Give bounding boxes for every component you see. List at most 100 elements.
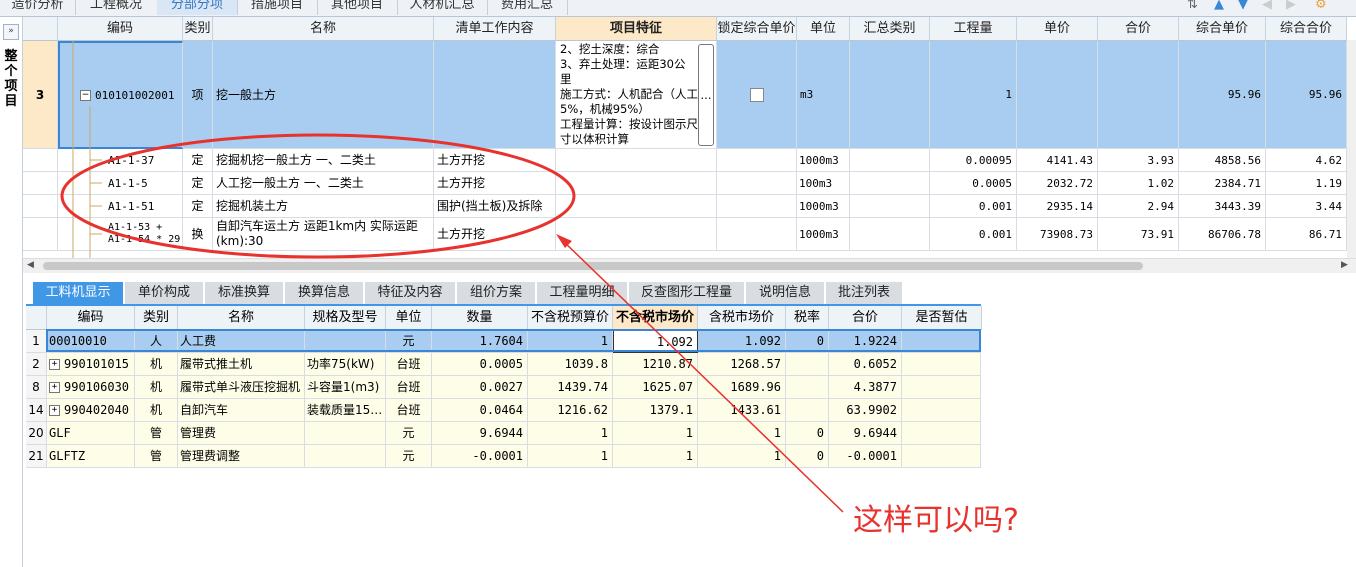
resource-category: 人: [135, 330, 178, 353]
resource-code-text: GLFTZ: [49, 449, 86, 463]
resource-code-text: 990101015: [64, 357, 130, 371]
table-row[interactable]: 14 +990402040 机自卸汽车 装载质量15… 台班 0.0464 1216.62 1…: [26, 399, 981, 422]
resource-quantity[interactable]: 0.0464: [432, 399, 528, 422]
table-row[interactable]: 8 +990106030 机履带式单斗液压挖掘机 斗容量1(m3) 台班 0.0027 14…: [26, 376, 981, 399]
row-index: 20: [26, 422, 47, 445]
bheader-total[interactable]: 合价: [829, 306, 902, 330]
resource-spec: [305, 445, 386, 468]
resource-pre-tax-market[interactable]: 1.092: [613, 330, 698, 353]
resource-provisional: [902, 399, 981, 422]
resource-code[interactable]: +990402040: [47, 399, 135, 422]
tab-reverse-graphic-quantity[interactable]: 反查图形工程量: [629, 282, 745, 304]
resource-quantity[interactable]: 9.6944: [432, 422, 528, 445]
bheader-code[interactable]: 编码: [47, 306, 135, 330]
tab-comments[interactable]: 批注列表: [826, 282, 903, 304]
resource-spec: [305, 422, 386, 445]
resource-pre-tax-budget: 1216.62: [528, 399, 613, 422]
resource-name[interactable]: 自卸汽车: [178, 399, 305, 422]
resource-code[interactable]: GLFTZ: [47, 445, 135, 468]
bheader-quantity[interactable]: 数量: [432, 306, 528, 330]
resource-category: 管: [135, 422, 178, 445]
resource-total: 4.3877: [829, 376, 902, 399]
resource-quantity[interactable]: 1.7604: [432, 330, 528, 353]
tab-notes[interactable]: 说明信息: [746, 282, 825, 304]
table-row[interactable]: 21 GLFTZ 管管理费调整元 -0.0001 1 1 1 0 -0.0001: [26, 445, 981, 468]
resource-total: 0.6052: [829, 353, 902, 376]
expand-icon[interactable]: +: [49, 405, 60, 416]
scroll-right-icon[interactable]: ▶: [1341, 260, 1348, 270]
resource-quantity[interactable]: -0.0001: [432, 445, 528, 468]
row-index: 1: [26, 330, 47, 353]
resource-unit: 元: [386, 445, 432, 468]
resource-total: -0.0001: [829, 445, 902, 468]
bheader-num: [26, 306, 47, 330]
resource-unit: 台班: [386, 376, 432, 399]
resource-provisional: [902, 376, 981, 399]
resource-category: 机: [135, 399, 178, 422]
tab-quantity-detail[interactable]: 工程量明细: [537, 282, 628, 304]
resource-name[interactable]: 管理费调整: [178, 445, 305, 468]
resource-total: 63.9902: [829, 399, 902, 422]
horizontal-scrollbar[interactable]: ◀ ▶: [23, 258, 1356, 273]
expand-icon[interactable]: +: [49, 359, 60, 370]
bheader-name[interactable]: 名称: [178, 306, 305, 330]
resource-pre-tax-market[interactable]: 1210.87: [613, 353, 698, 376]
tab-pricing-plan[interactable]: 组价方案: [457, 282, 536, 304]
expand-icon[interactable]: +: [49, 382, 60, 393]
bheader-pre-tax-market[interactable]: 不含税市场价: [613, 306, 698, 330]
resource-pre-tax-market[interactable]: 1: [613, 445, 698, 468]
table-row[interactable]: 20 GLF 管管理费元 9.6944 1 1 1 0 9.6944: [26, 422, 981, 445]
resource-total: 1.9224: [829, 330, 902, 353]
tab-features-content[interactable]: 特征及内容: [365, 282, 456, 304]
resource-name[interactable]: 人工费: [178, 330, 305, 353]
bheader-tax-market[interactable]: 含税市场价: [698, 306, 786, 330]
resource-category: 机: [135, 353, 178, 376]
resource-quantity[interactable]: 0.0027: [432, 376, 528, 399]
resource-pre-tax-budget: 1: [528, 330, 613, 353]
resource-code-text: 00010010: [49, 334, 107, 348]
tab-standard-conversion[interactable]: 标准换算: [205, 282, 284, 304]
resource-code[interactable]: +990101015: [47, 353, 135, 376]
resource-pre-tax-market[interactable]: 1625.07: [613, 376, 698, 399]
tab-labor-material-machine[interactable]: 工料机显示: [33, 282, 124, 304]
bheader-provisional[interactable]: 是否暂估: [902, 306, 982, 330]
resource-spec: 斗容量1(m3): [305, 376, 386, 399]
resource-unit: 台班: [386, 353, 432, 376]
scrollbar-thumb[interactable]: [43, 262, 1143, 270]
row-index: 2: [26, 353, 47, 376]
resource-code[interactable]: GLF: [47, 422, 135, 445]
resource-name[interactable]: 履带式推土机: [178, 353, 305, 376]
resource-provisional: [902, 422, 981, 445]
resource-unit: 元: [386, 422, 432, 445]
resource-tax-rate: 0: [786, 445, 829, 468]
resource-quantity[interactable]: 0.0005: [432, 353, 528, 376]
resource-name[interactable]: 管理费: [178, 422, 305, 445]
scroll-left-icon[interactable]: ◀: [27, 260, 34, 270]
resource-pre-tax-market[interactable]: 1379.1: [613, 399, 698, 422]
resource-pre-tax-budget: 1039.8: [528, 353, 613, 376]
tab-price-composition[interactable]: 单价构成: [125, 282, 204, 304]
bheader-category[interactable]: 类别: [135, 306, 178, 330]
bheader-tax-rate[interactable]: 税率: [786, 306, 829, 330]
resource-code-text: 990402040: [64, 403, 130, 417]
row-index: 8: [26, 376, 47, 399]
bheader-spec[interactable]: 规格及型号: [305, 306, 386, 330]
resource-category: 管: [135, 445, 178, 468]
resource-tax-market: 1689.96: [698, 376, 786, 399]
resource-total: 9.6944: [829, 422, 902, 445]
resource-code[interactable]: +990106030: [47, 376, 135, 399]
table-row[interactable]: 2 +990101015 机履带式推土机 功率75(kW) 台班 0.0005 1039.8…: [26, 353, 981, 376]
resource-name[interactable]: 履带式单斗液压挖掘机: [178, 376, 305, 399]
resource-tax-market: 1.092: [698, 330, 786, 353]
bheader-unit[interactable]: 单位: [386, 306, 432, 330]
resource-tax-market: 1433.61: [698, 399, 786, 422]
resource-pre-tax-budget: 1: [528, 445, 613, 468]
tab-conversion-info[interactable]: 换算信息: [285, 282, 364, 304]
resource-provisional: [902, 330, 981, 353]
vertical-scrollbar[interactable]: [1347, 40, 1356, 258]
bheader-pre-tax-budget[interactable]: 不含税预算价: [528, 306, 613, 330]
table-row[interactable]: 1 00010010 人人工费元 1.7604 1 1.092 1.092 0 1.9224: [26, 329, 981, 353]
annotation-question: 这样可以吗?: [853, 503, 1019, 538]
resource-code[interactable]: 00010010: [47, 330, 135, 353]
resource-pre-tax-market[interactable]: 1: [613, 422, 698, 445]
